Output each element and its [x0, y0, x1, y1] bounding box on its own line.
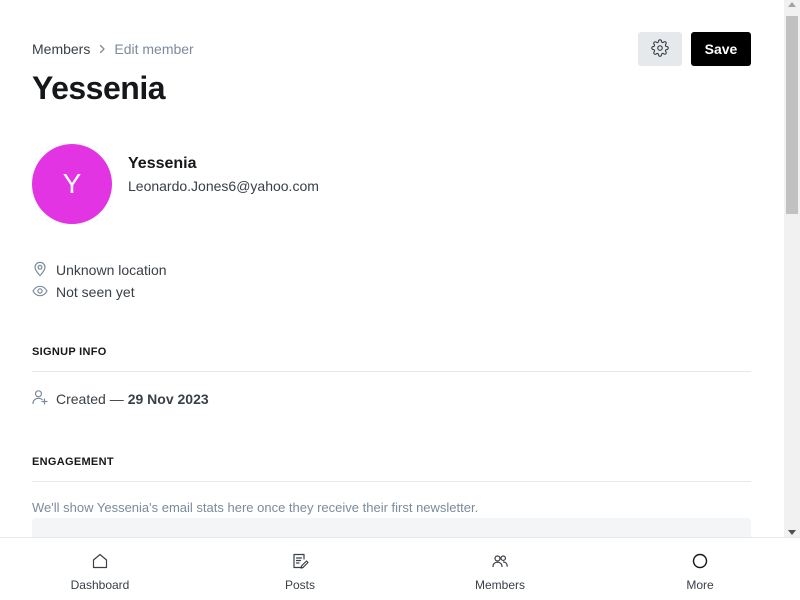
home-icon — [91, 552, 109, 578]
member-identity: Yessenia Leonardo.Jones6@yahoo.com — [128, 155, 319, 194]
location-pin-icon — [32, 261, 56, 280]
member-name: Yessenia — [128, 154, 197, 172]
avatar: Y — [32, 144, 112, 224]
breadcrumb: Members Edit member — [32, 41, 194, 57]
member-meta: Unknown location Not seen yet — [32, 259, 167, 303]
circle-icon — [691, 552, 709, 578]
nav-posts-label: Posts — [284, 578, 315, 592]
divider — [32, 371, 751, 372]
chevron-right-icon — [97, 44, 107, 54]
scroll-down-arrow-icon[interactable] — [788, 530, 796, 535]
settings-button[interactable] — [638, 32, 682, 66]
breadcrumb-members-link[interactable]: Members — [32, 41, 90, 57]
location-text: Unknown location — [56, 262, 167, 278]
nav-members-label: Members — [474, 578, 525, 592]
vertical-scrollbar[interactable] — [784, 0, 800, 537]
members-icon — [491, 552, 509, 578]
bottom-navigation: Dashboard Posts Members More — [0, 537, 800, 600]
last-seen-text: Not seen yet — [56, 284, 135, 300]
member-profile: Y Yessenia Leonardo.Jones6@yahoo.com — [32, 144, 319, 224]
nav-dashboard[interactable]: Dashboard — [0, 538, 200, 600]
user-add-icon — [32, 389, 56, 408]
created-label: Created — — [56, 390, 124, 407]
page-title: Yessenia — [32, 70, 166, 106]
nav-members[interactable]: Members — [400, 538, 600, 600]
signup-info-heading: SIGNUP INFO — [32, 346, 107, 358]
divider — [32, 481, 751, 482]
posts-icon — [291, 552, 309, 578]
eye-icon — [32, 283, 56, 302]
created-row: Created — 29 Nov 2023 — [32, 389, 209, 408]
engagement-note: We'll show Yessenia's email stats here o… — [32, 500, 479, 515]
engagement-heading: ENGAGEMENT — [32, 456, 114, 468]
breadcrumb-current: Edit member — [114, 41, 194, 57]
save-button[interactable]: Save — [691, 32, 751, 66]
main-view: Members Edit member Save Yessenia Y Yess… — [0, 0, 784, 537]
nav-dashboard-label: Dashboard — [70, 578, 130, 592]
avatar-initial: Y — [62, 168, 82, 199]
nav-more[interactable]: More — [600, 538, 800, 600]
nav-more-label: More — [686, 578, 714, 592]
gear-icon — [651, 38, 669, 60]
scrollbar-thumb[interactable] — [786, 16, 798, 214]
member-email: Leonardo.Jones6@yahoo.com — [128, 177, 319, 194]
last-seen-row: Not seen yet — [32, 281, 167, 303]
nav-posts[interactable]: Posts — [200, 538, 400, 600]
email-stats-panel — [32, 518, 751, 537]
scroll-up-arrow-icon[interactable] — [788, 2, 796, 7]
location-row: Unknown location — [32, 259, 167, 281]
created-date: 29 Nov 2023 — [127, 390, 209, 407]
header-actions: Save — [638, 32, 751, 66]
